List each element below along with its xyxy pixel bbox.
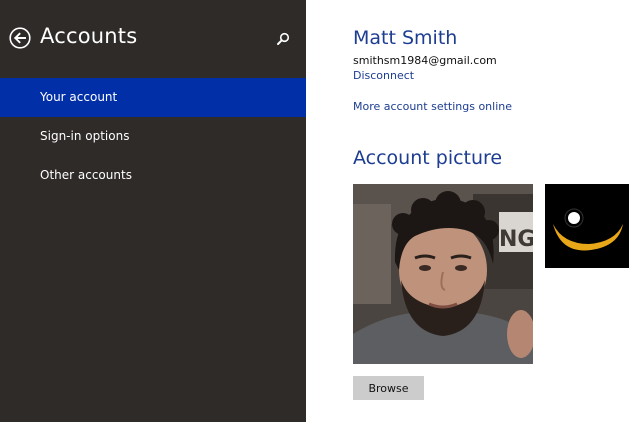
sidebar-item-sign-in-options[interactable]: Sign-in options: [0, 117, 306, 156]
sidebar-item-label: Your account: [40, 90, 118, 104]
sidebar-item-other-accounts[interactable]: Other accounts: [0, 156, 306, 195]
sidebar-item-label: Other accounts: [40, 168, 132, 182]
svg-text:NG: NG: [499, 227, 533, 252]
sidebar: Accounts Your account Sign-in options Ot…: [0, 0, 306, 422]
sidebar-item-your-account[interactable]: Your account: [0, 78, 306, 117]
content-pane: Matt Smith smithsm1984@gmail.com Disconn…: [306, 0, 640, 422]
sidebar-item-label: Sign-in options: [40, 129, 130, 143]
disconnect-link[interactable]: Disconnect: [353, 69, 414, 82]
more-account-settings-link[interactable]: More account settings online: [353, 100, 512, 113]
browse-button[interactable]: Browse: [353, 376, 424, 400]
account-picture: NG: [353, 184, 533, 364]
search-button[interactable]: [275, 31, 291, 47]
account-email: smithsm1984@gmail.com: [353, 54, 497, 67]
search-icon: [277, 32, 290, 45]
back-button[interactable]: [9, 27, 31, 49]
alternate-account-picture[interactable]: [545, 184, 629, 268]
account-picture-heading: Account picture: [353, 147, 503, 169]
account-name: Matt Smith: [353, 27, 458, 49]
page-title: Accounts: [40, 24, 138, 48]
back-arrow-icon: [9, 27, 31, 49]
